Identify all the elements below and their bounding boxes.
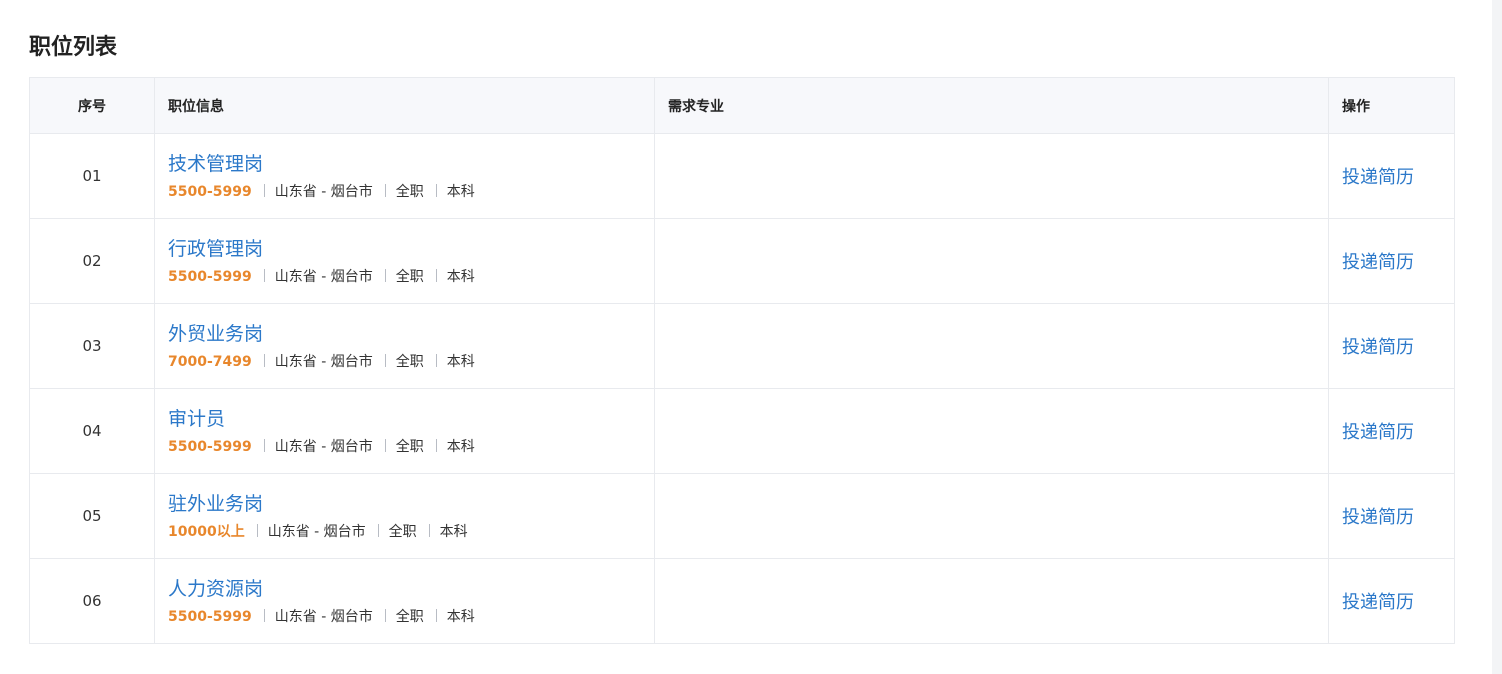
separator [377, 524, 379, 537]
salary: 5500-5999 [168, 439, 252, 455]
action-cell: 投递简历 [1328, 133, 1455, 219]
education: 本科 [446, 609, 475, 625]
location: 山东省 - 烟台市 [267, 524, 366, 540]
separator [435, 609, 437, 622]
education: 本科 [446, 439, 475, 455]
job-title-link[interactable]: 驻外业务岗 [168, 491, 654, 517]
separator [263, 184, 265, 197]
table-row: 06 人力资源岗 5500-5999 山东省 - 烟台市 全职 本科 投递简历 [29, 558, 1455, 644]
job-type: 全职 [395, 609, 424, 625]
apply-resume-link[interactable]: 投递简历 [1342, 422, 1414, 443]
major-cell [654, 558, 1329, 644]
separator [384, 269, 386, 282]
apply-resume-link[interactable]: 投递简历 [1342, 252, 1414, 273]
separator [263, 439, 265, 452]
action-cell: 投递简历 [1328, 558, 1455, 644]
major-cell [654, 388, 1329, 474]
location: 山东省 - 烟台市 [274, 609, 373, 625]
job-meta: 5500-5999 山东省 - 烟台市 全职 本科 [168, 183, 654, 201]
job-info-cell: 行政管理岗 5500-5999 山东省 - 烟台市 全职 本科 [154, 218, 655, 304]
education: 本科 [446, 354, 475, 370]
action-cell: 投递简历 [1328, 388, 1455, 474]
major-cell [654, 133, 1329, 219]
job-info-cell: 技术管理岗 5500-5999 山东省 - 烟台市 全职 本科 [154, 133, 655, 219]
job-title-link[interactable]: 技术管理岗 [168, 151, 654, 177]
job-info-cell: 外贸业务岗 7000-7499 山东省 - 烟台市 全职 本科 [154, 303, 655, 389]
job-type: 全职 [395, 184, 424, 200]
job-info-cell: 驻外业务岗 10000以上 山东省 - 烟台市 全职 本科 [154, 473, 655, 559]
location: 山东省 - 烟台市 [274, 269, 373, 285]
header-info: 职位信息 [154, 77, 655, 134]
row-number: 03 [29, 303, 155, 389]
separator [435, 184, 437, 197]
job-type: 全职 [395, 439, 424, 455]
job-meta: 10000以上 山东省 - 烟台市 全职 本科 [168, 523, 654, 541]
separator [384, 439, 386, 452]
salary: 5500-5999 [168, 184, 252, 200]
major-cell [654, 303, 1329, 389]
salary: 5500-5999 [168, 609, 252, 625]
apply-resume-link[interactable]: 投递简历 [1342, 592, 1414, 613]
row-number: 06 [29, 558, 155, 644]
job-title-link[interactable]: 行政管理岗 [168, 236, 654, 262]
job-meta: 7000-7499 山东省 - 烟台市 全职 本科 [168, 353, 654, 371]
table-row: 01 技术管理岗 5500-5999 山东省 - 烟台市 全职 本科 投递简历 [29, 133, 1455, 219]
page-title: 职位列表 [29, 35, 118, 60]
education: 本科 [439, 524, 468, 540]
location: 山东省 - 烟台市 [274, 354, 373, 370]
education: 本科 [446, 184, 475, 200]
apply-resume-link[interactable]: 投递简历 [1342, 167, 1414, 188]
table-row: 02 行政管理岗 5500-5999 山东省 - 烟台市 全职 本科 投递简历 [29, 218, 1455, 304]
action-cell: 投递简历 [1328, 218, 1455, 304]
job-table: 序号 职位信息 需求专业 操作 01 技术管理岗 5500-5999 山东省 - … [29, 77, 1455, 644]
separator [435, 354, 437, 367]
separator [263, 269, 265, 282]
header-no: 序号 [29, 77, 155, 134]
separator [435, 269, 437, 282]
separator [263, 354, 265, 367]
row-number: 02 [29, 218, 155, 304]
separator [263, 609, 265, 622]
job-meta: 5500-5999 山东省 - 烟台市 全职 本科 [168, 268, 654, 286]
job-type: 全职 [395, 354, 424, 370]
action-cell: 投递简历 [1328, 303, 1455, 389]
salary: 10000以上 [168, 524, 245, 540]
row-number: 05 [29, 473, 155, 559]
job-meta: 5500-5999 山东省 - 烟台市 全职 本科 [168, 608, 654, 626]
row-number: 04 [29, 388, 155, 474]
job-title-link[interactable]: 审计员 [168, 406, 654, 432]
major-cell [654, 473, 1329, 559]
job-title-link[interactable]: 人力资源岗 [168, 576, 654, 602]
separator [384, 609, 386, 622]
location: 山东省 - 烟台市 [274, 184, 373, 200]
job-info-cell: 人力资源岗 5500-5999 山东省 - 烟台市 全职 本科 [154, 558, 655, 644]
separator [428, 524, 430, 537]
separator [384, 354, 386, 367]
salary: 5500-5999 [168, 269, 252, 285]
scrollbar-track[interactable] [1492, 0, 1502, 674]
table-row: 03 外贸业务岗 7000-7499 山东省 - 烟台市 全职 本科 投递简历 [29, 303, 1455, 389]
job-meta: 5500-5999 山东省 - 烟台市 全职 本科 [168, 438, 654, 456]
table-row: 04 审计员 5500-5999 山东省 - 烟台市 全职 本科 投递简历 [29, 388, 1455, 474]
job-type: 全职 [395, 269, 424, 285]
table-header-row: 序号 职位信息 需求专业 操作 [29, 77, 1455, 134]
job-title-link[interactable]: 外贸业务岗 [168, 321, 654, 347]
header-major: 需求专业 [654, 77, 1329, 134]
location: 山东省 - 烟台市 [274, 439, 373, 455]
job-type: 全职 [388, 524, 417, 540]
separator [256, 524, 258, 537]
apply-resume-link[interactable]: 投递简历 [1342, 507, 1414, 528]
action-cell: 投递简历 [1328, 473, 1455, 559]
table-row: 05 驻外业务岗 10000以上 山东省 - 烟台市 全职 本科 投递简历 [29, 473, 1455, 559]
row-number: 01 [29, 133, 155, 219]
separator [384, 184, 386, 197]
salary: 7000-7499 [168, 354, 252, 370]
education: 本科 [446, 269, 475, 285]
separator [435, 439, 437, 452]
major-cell [654, 218, 1329, 304]
job-info-cell: 审计员 5500-5999 山东省 - 烟台市 全职 本科 [154, 388, 655, 474]
apply-resume-link[interactable]: 投递简历 [1342, 337, 1414, 358]
header-action: 操作 [1328, 77, 1455, 134]
